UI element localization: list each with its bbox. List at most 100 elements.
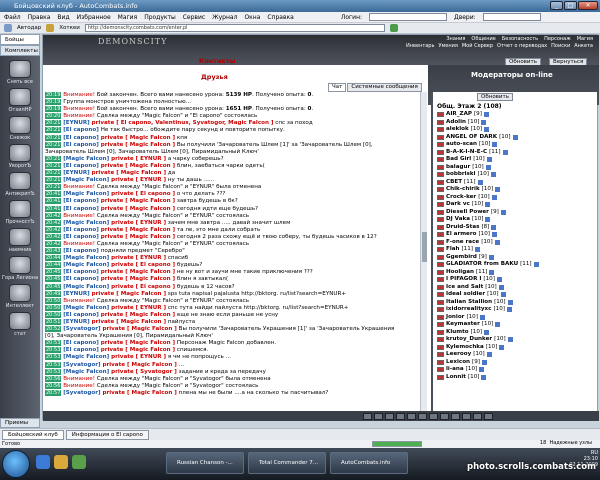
- player-name[interactable]: ANGEL OF DARK: [446, 134, 497, 142]
- player-name[interactable]: Leerooy: [446, 351, 471, 359]
- player-row[interactable]: Keymaster [10]: [437, 321, 597, 329]
- chat-private[interactable]: private [ Magic Falcon ]: [102, 390, 176, 396]
- chat-timestamp[interactable]: 20:52: [45, 326, 62, 333]
- address-field[interactable]: http://demonscity.combats.com/enter.pl: [84, 24, 385, 32]
- tab-chat[interactable]: Чат: [328, 83, 347, 92]
- chat-nick[interactable]: [Magic Falcon]: [63, 156, 111, 162]
- sidebar-bottom-tab[interactable]: Приемы: [0, 418, 40, 428]
- minimize-button[interactable]: _: [550, 1, 563, 10]
- sidebar-item-intellect[interactable]: Интеллект: [1, 284, 39, 309]
- tool-button[interactable]: [374, 412, 383, 420]
- chat-nick[interactable]: [El capono]: [63, 142, 101, 148]
- chat-timestamp[interactable]: 20:21: [45, 177, 62, 184]
- chat-nick[interactable]: [El capono]: [63, 276, 101, 282]
- go-icon[interactable]: [389, 24, 398, 32]
- sidebar-item-mercenary[interactable]: наемник: [1, 228, 39, 253]
- chat-nick[interactable]: [Magic Falcon]: [63, 262, 111, 268]
- menu-item-help[interactable]: Справка: [267, 14, 293, 21]
- player-row[interactable]: bobbriskl [10]: [437, 171, 597, 179]
- tab-sets[interactable]: Комплекты: [0, 45, 40, 56]
- chat-private[interactable]: private [ Magic Falcon ]: [101, 206, 175, 212]
- player-name[interactable]: Dark vc: [446, 201, 470, 209]
- chat-private[interactable]: private [ EYNUR ]: [111, 305, 166, 311]
- chat-nick[interactable]: [EYNUR]: [63, 291, 91, 297]
- chat-timestamp[interactable]: 20:51: [45, 319, 62, 325]
- chat-timestamp[interactable]: 20:19: [45, 106, 62, 113]
- info-icon[interactable]: [481, 359, 487, 365]
- player-row[interactable]: CBET [11]: [437, 179, 597, 187]
- login-select[interactable]: [369, 13, 448, 21]
- player-name[interactable]: aleklok: [446, 126, 469, 134]
- chat-private[interactable]: private [ Magic Falcon ]: [92, 291, 166, 297]
- nav-search[interactable]: Поиски: [551, 43, 570, 49]
- folder-icon[interactable]: [54, 455, 68, 469]
- player-row[interactable]: Jonior [10]: [437, 314, 597, 322]
- player-row[interactable]: ixidorrealityxc [10]: [437, 306, 597, 314]
- chat-timestamp[interactable]: 20:44: [45, 255, 62, 262]
- nav-character[interactable]: Персонаж: [544, 36, 571, 42]
- player-row[interactable]: GLADIATOR from BAKU [11]: [437, 261, 597, 269]
- chat-nick[interactable]: [Magic Falcon]: [63, 284, 111, 290]
- nav-inventory[interactable]: Инвентарь: [406, 43, 434, 49]
- nav-transfers[interactable]: Отчет о переводах: [497, 43, 547, 49]
- player-row[interactable]: Ice and Salt [10]: [437, 284, 597, 292]
- info-icon[interactable]: [486, 352, 492, 358]
- player-row[interactable]: Kylemochka [10]: [437, 344, 597, 352]
- player-name[interactable]: Kylemochka: [446, 344, 484, 352]
- info-icon[interactable]: [479, 314, 485, 320]
- hotkeys-button[interactable]: Хоткеи: [59, 25, 80, 31]
- chat-timestamp[interactable]: 20:42: [45, 226, 62, 233]
- player-row[interactable]: Leerooy [10]: [437, 351, 597, 359]
- info-icon[interactable]: [533, 262, 539, 268]
- player-row[interactable]: Adolin [10]: [437, 119, 597, 127]
- chat-private[interactable]: private [ Syvatogor ]: [111, 369, 177, 375]
- player-row[interactable]: Lonnit [10]: [437, 374, 597, 382]
- chat-nick[interactable]: [El capono]: [63, 198, 101, 204]
- player-name[interactable]: GLADIATOR from BAKU: [446, 261, 518, 269]
- info-icon[interactable]: [481, 119, 487, 125]
- chat-timestamp[interactable]: 20:42: [45, 240, 62, 247]
- chat-nick[interactable]: [El capono]: [63, 135, 101, 141]
- player-name[interactable]: Crock-ker: [446, 194, 476, 202]
- info-icon[interactable]: [494, 239, 500, 245]
- chat-private[interactable]: private [ Magic Falcon ]: [101, 234, 175, 240]
- nav-knowledge[interactable]: Знания: [446, 36, 465, 42]
- player-name[interactable]: Lexicon: [446, 359, 470, 367]
- player-row[interactable]: Hooligan [11]: [437, 269, 597, 277]
- chat-private[interactable]: private [ Magic Falcon ]: [102, 326, 176, 332]
- player-row[interactable]: DJ Vaka [10]: [437, 216, 597, 224]
- chat-timestamp[interactable]: 20:19: [45, 92, 62, 98]
- chat-timestamp[interactable]: 20:21: [45, 134, 62, 141]
- player-row[interactable]: Flah [11]: [437, 246, 597, 254]
- chat-timestamp[interactable]: 20:53: [45, 347, 62, 354]
- player-name[interactable]: I PIFAGOR I: [446, 276, 481, 284]
- chat-private[interactable]: private [ Magic Falcon ]: [101, 163, 175, 169]
- player-row[interactable]: balagur [10]: [437, 164, 597, 172]
- back-icon[interactable]: [4, 24, 12, 32]
- nav-security[interactable]: Безопасность: [502, 36, 538, 42]
- sidebar-item-snowball[interactable]: Снежок: [1, 116, 39, 141]
- tool-button[interactable]: [418, 412, 427, 420]
- contacts-friends[interactable]: Друзья: [201, 73, 228, 81]
- player-row[interactable]: Italian Stallion [10]: [437, 299, 597, 307]
- chat-private[interactable]: private [ El capono ]: [111, 262, 175, 268]
- chat-scrollbar[interactable]: [420, 92, 427, 418]
- player-row[interactable]: I PIFAGOR I [10]: [437, 276, 597, 284]
- tool-button[interactable]: [451, 412, 460, 420]
- chat-timestamp[interactable]: 20:42: [45, 212, 62, 219]
- info-icon[interactable]: [485, 164, 491, 170]
- sidebar-item-durability[interactable]: ПрочностЪ: [1, 200, 39, 225]
- chat-nick[interactable]: [EYNUR]: [63, 170, 91, 176]
- tool-button[interactable]: [473, 412, 482, 420]
- chat-timestamp[interactable]: 20:42: [45, 233, 62, 240]
- chat-timestamp[interactable]: 20:21: [45, 162, 62, 169]
- info-icon[interactable]: [479, 367, 485, 373]
- chat-nick[interactable]: [El capono]: [63, 127, 101, 133]
- chat-timestamp[interactable]: 20:57: [45, 389, 62, 396]
- ie-icon[interactable]: [36, 455, 50, 469]
- player-name[interactable]: Flah: [446, 246, 460, 254]
- sidebar-item-remove-all[interactable]: Снять все: [1, 60, 39, 85]
- menu-item-service[interactable]: Сервис: [183, 14, 205, 21]
- chat-nick[interactable]: [El capono]: [63, 269, 101, 275]
- info-icon[interactable]: [499, 344, 505, 350]
